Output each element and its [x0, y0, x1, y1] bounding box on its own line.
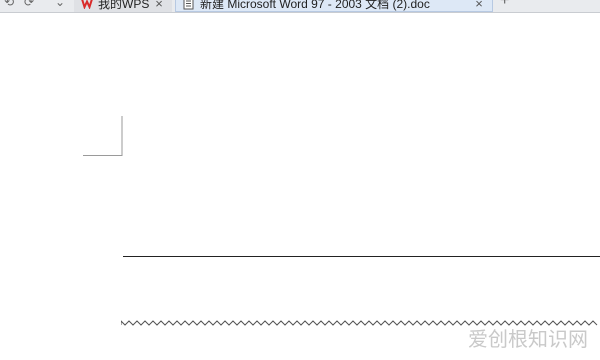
tab-my-wps[interactable]: 我的WPS ×: [74, 0, 172, 12]
tab-bar: ⟲ ⟳ ⌄ 我的WPS × 新建 Microsoft Word 97 - 200…: [0, 0, 600, 13]
margin-corner-mark: [83, 116, 123, 156]
new-tab-button[interactable]: +: [500, 0, 509, 10]
tab-close-icon[interactable]: ×: [472, 0, 486, 11]
tab-label: 新建 Microsoft Word 97 - 2003 文档 (2).doc: [200, 0, 430, 11]
watermark-text: 爱创根知识网: [468, 327, 588, 351]
wps-logo-icon: [80, 0, 94, 10]
tab-list-chevron-icon[interactable]: ⌄: [54, 0, 66, 10]
back-icon[interactable]: ⟲: [2, 0, 16, 10]
document-icon: [182, 0, 196, 10]
tab-document[interactable]: 新建 Microsoft Word 97 - 2003 文档 (2).doc ×: [175, 0, 493, 12]
document-window: ⟲ ⟳ ⌄ 我的WPS × 新建 Microsoft Word 97 - 200…: [0, 0, 600, 360]
tab-close-icon[interactable]: ×: [152, 0, 166, 11]
forward-icon[interactable]: ⟳: [22, 0, 36, 10]
tab-label: 我的WPS: [98, 0, 150, 11]
horizontal-line: [123, 256, 600, 257]
